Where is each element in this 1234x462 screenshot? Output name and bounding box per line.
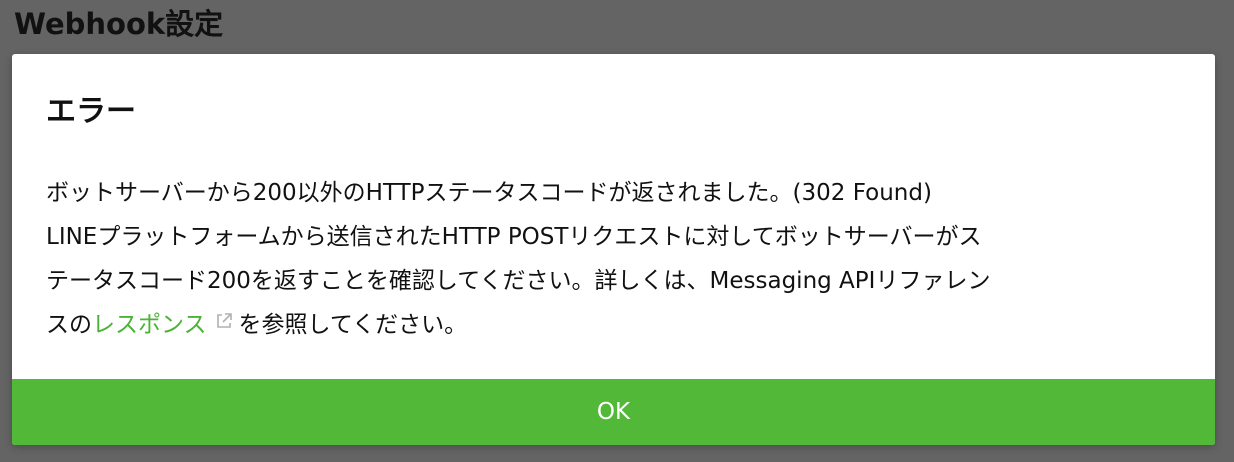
message-line-1: ボットサーバーから200以外のHTTPステータスコードが返されました。(302 … — [46, 180, 932, 206]
dialog-message: ボットサーバーから200以外のHTTPステータスコードが返されました。(302 … — [46, 171, 1196, 347]
message-line-4-suffix: を参照してください。 — [238, 312, 468, 338]
dialog-title: エラー — [46, 94, 136, 129]
external-link-icon — [216, 313, 232, 328]
ok-button[interactable]: OK — [12, 379, 1215, 445]
error-dialog: エラー ボットサーバーから200以外のHTTPステータスコードが返されました。(… — [12, 54, 1215, 445]
response-reference-link[interactable]: レスポンス — [92, 312, 239, 338]
message-line-4: スのレスポンス を参照してください。 — [46, 303, 1196, 347]
response-link-label: レスポンス — [92, 312, 207, 338]
page-title: Webhook設定 — [14, 7, 224, 41]
message-line-4-prefix: スの — [46, 312, 92, 338]
message-line-2: LINEプラットフォームから送信されたHTTP POSTリクエストに対してボット… — [46, 224, 982, 250]
message-line-3: テータスコード200を返すことを確認してください。詳しくは、Messaging … — [46, 268, 991, 294]
